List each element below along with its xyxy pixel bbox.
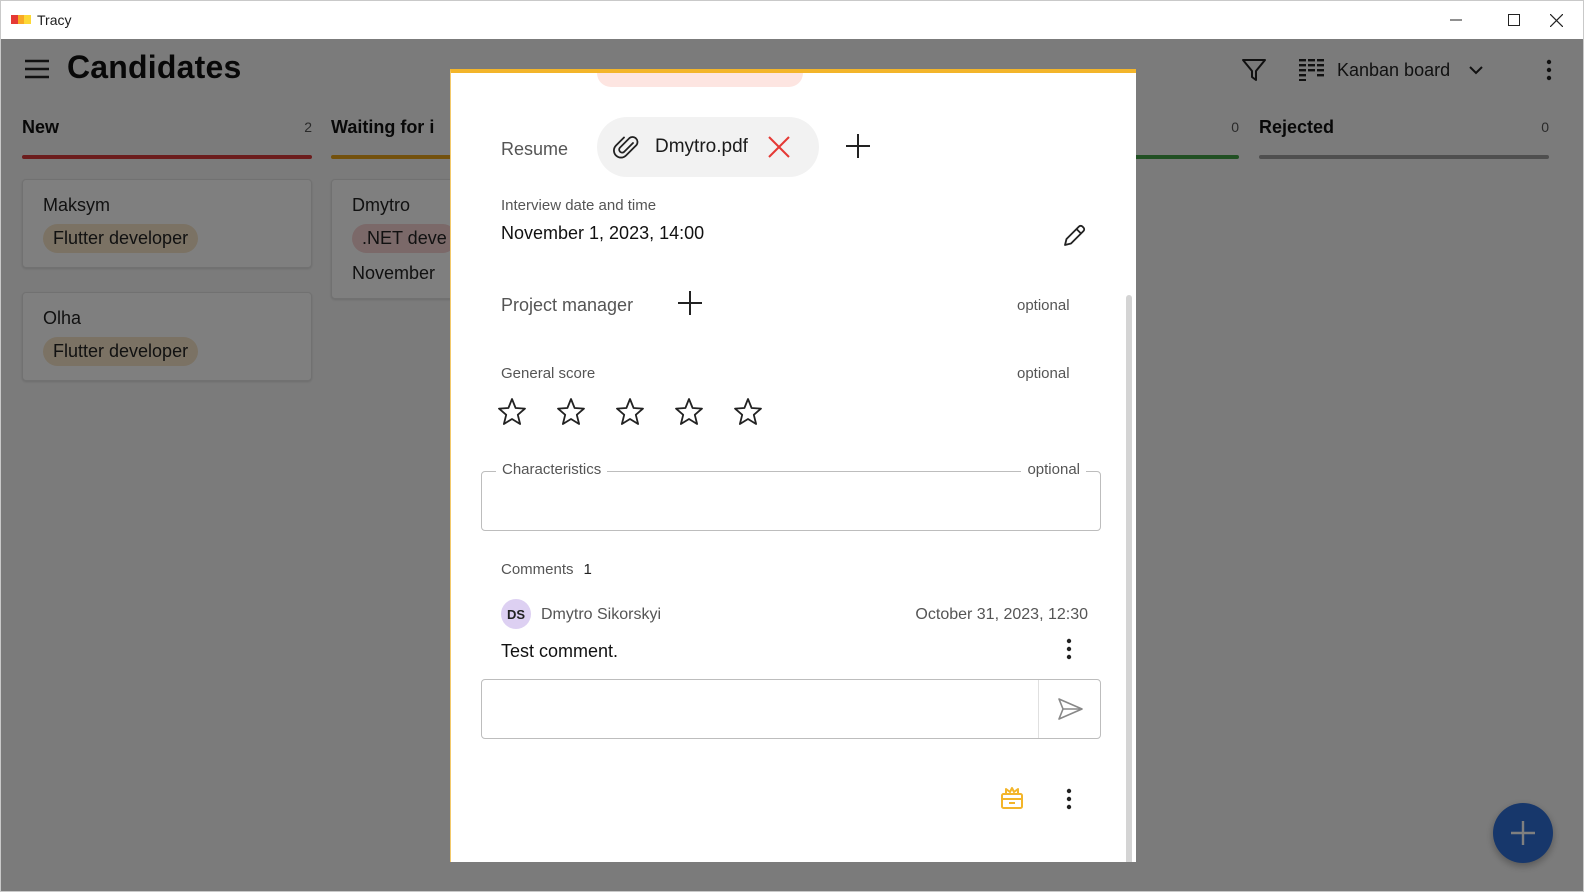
logo-yellow — [24, 15, 32, 24]
add-project-manager-button[interactable] — [675, 288, 705, 318]
close-icon — [1549, 13, 1563, 27]
star-icon[interactable] — [495, 395, 529, 429]
logo-red — [11, 15, 18, 24]
dialog-more-button[interactable] — [1059, 785, 1079, 813]
characteristics-field[interactable]: Characteristics optional — [481, 461, 1101, 531]
comment-more-button[interactable] — [1059, 636, 1079, 662]
window-title: Tracy — [37, 12, 72, 28]
app-window: Tracy Candidates — [0, 0, 1584, 892]
general-score-optional: optional — [1017, 365, 1070, 382]
characteristics-label: Characteristics — [496, 461, 608, 478]
title-bar: Tracy — [1, 1, 1583, 39]
resume-label: Resume — [501, 139, 569, 159]
star-icon[interactable] — [554, 395, 588, 429]
pencil-icon — [1064, 224, 1086, 246]
resume-file-chip[interactable]: Dmytro.pdf — [597, 117, 819, 177]
comment-text: Test comment. — [501, 641, 619, 661]
plus-icon — [846, 134, 870, 158]
new-comment-input[interactable] — [481, 679, 1101, 739]
general-score-label: General score — [501, 365, 596, 382]
close-window-button[interactable] — [1527, 1, 1583, 39]
comments-label: Comments — [501, 561, 574, 578]
star-rating — [495, 395, 790, 429]
logo-orange — [17, 15, 25, 24]
more-vertical-icon — [1066, 788, 1072, 810]
archive-box-icon — [1001, 787, 1023, 809]
plus-icon — [678, 291, 702, 315]
comments-count: 1 — [583, 561, 592, 578]
comments-header: Comments 1 — [501, 561, 592, 578]
candidate-dialog: Resume Dmytro.pdf Interview date and tim… — [450, 69, 1136, 862]
star-icon[interactable] — [731, 395, 765, 429]
project-manager-optional: optional — [1017, 297, 1070, 314]
send-comment-button[interactable] — [1038, 680, 1100, 738]
edit-interview-button[interactable] — [1059, 221, 1089, 251]
interview-label: Interview date and time — [501, 197, 657, 214]
characteristics-optional: optional — [1021, 461, 1086, 478]
minimize-button[interactable] — [1427, 1, 1485, 39]
send-icon — [1057, 698, 1083, 720]
remove-file-icon[interactable] — [766, 134, 792, 160]
star-icon[interactable] — [672, 395, 706, 429]
resume-file-name: Dmytro.pdf — [655, 136, 748, 157]
avatar: DS — [501, 599, 531, 629]
comment-date: October 31, 2023, 12:30 — [915, 606, 1088, 623]
archive-button[interactable] — [997, 783, 1027, 813]
star-icon[interactable] — [613, 395, 647, 429]
status-chip-partial — [597, 73, 803, 87]
comment-author: Dmytro Sikorskyi — [541, 606, 662, 623]
project-manager-label: Project manager — [501, 295, 634, 315]
maximize-icon — [1508, 14, 1520, 26]
app-logo-icon — [11, 15, 32, 24]
add-resume-button[interactable] — [843, 131, 873, 161]
interview-value: November 1, 2023, 14:00 — [501, 223, 705, 243]
paperclip-icon — [613, 136, 639, 159]
dialog-scrollbar[interactable] — [1126, 295, 1132, 862]
minimize-icon — [1450, 19, 1462, 21]
more-vertical-icon — [1066, 638, 1072, 660]
